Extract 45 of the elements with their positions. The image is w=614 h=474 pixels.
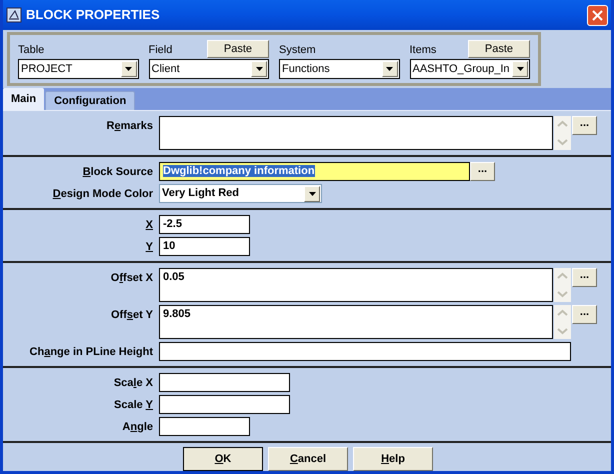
window-title: BLOCK PROPERTIES (26, 6, 160, 24)
text-field[interactable]: 10 (159, 237, 250, 256)
field-label: Remarks (106, 119, 153, 134)
browse-button[interactable]: ... (470, 162, 495, 181)
dropdown[interactable]: Functions (279, 59, 400, 79)
field-label: Offset X (110, 271, 153, 286)
close-button[interactable] (587, 4, 608, 26)
close-icon (592, 10, 603, 20)
dropdown[interactable]: Very Light Red (159, 184, 322, 203)
text-area[interactable]: 0.05 (159, 268, 553, 302)
field-label: Items (410, 42, 436, 58)
field-label: Scale X (114, 376, 153, 391)
field-label: Offset Y (111, 308, 153, 323)
browse-button[interactable]: ... (572, 305, 597, 324)
text-area[interactable]: 9.805 (159, 305, 553, 339)
field-label: Design Mode Color (52, 187, 153, 202)
text-field[interactable] (159, 342, 571, 361)
app-icon (6, 7, 22, 23)
field-label: Change in PLine Height (30, 345, 153, 360)
field-label: Block Source (82, 165, 153, 180)
text-area[interactable] (159, 116, 553, 150)
text-field[interactable]: Dwglib!company information (159, 162, 470, 181)
field-label: System (279, 42, 316, 58)
dropdown[interactable]: PROJECT (18, 59, 138, 79)
dialog-button[interactable]: Help (353, 447, 433, 471)
dialog-button[interactable]: Cancel (268, 447, 348, 471)
browse-button[interactable]: ... (572, 116, 597, 135)
field-label: Field (148, 42, 172, 58)
field-label: X (146, 218, 153, 233)
text-field[interactable]: -2.5 (159, 215, 250, 234)
field-label: Y (146, 240, 153, 255)
field-label: Table (18, 42, 44, 58)
text-field[interactable] (159, 417, 250, 436)
field-label: Scale Y (114, 398, 153, 413)
browse-button[interactable]: ... (572, 268, 597, 287)
dropdown[interactable]: AASHTO_Group_In (410, 59, 530, 79)
text-field[interactable] (159, 395, 290, 414)
text-field[interactable] (159, 373, 290, 392)
dialog-button[interactable]: OK (183, 447, 263, 471)
paste-button[interactable]: Paste (468, 40, 530, 58)
paste-button[interactable]: Paste (207, 40, 269, 58)
field-label: Angle (122, 420, 153, 435)
dropdown[interactable]: Client (148, 59, 269, 79)
tab[interactable]: Configuration (45, 91, 136, 110)
tab[interactable]: Main (3, 88, 44, 110)
